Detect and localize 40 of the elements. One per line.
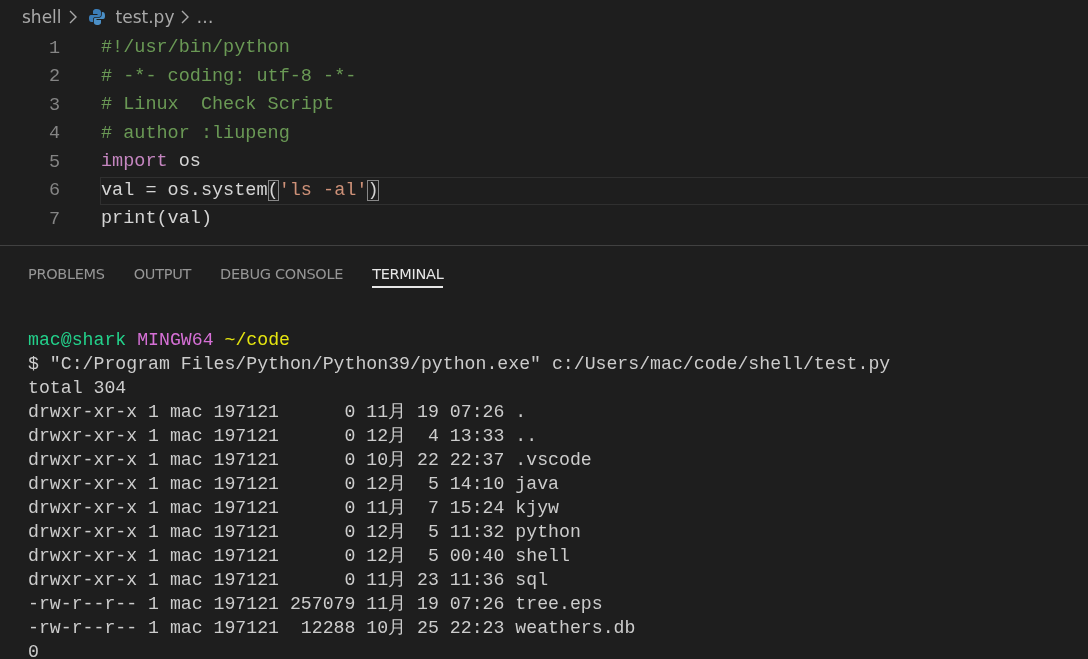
- line-number: 5: [47, 151, 60, 173]
- terminal-line: drwxr-xr-x 1 mac 197121 0 11月 19 07:26 .: [28, 402, 527, 422]
- line-number: 6: [47, 180, 60, 202]
- chevron-right-icon: [67, 10, 78, 24]
- line-number: 2: [47, 66, 60, 88]
- terminal-line: drwxr-xr-x 1 mac 197121 0 12月 5 00:40 shell: [28, 546, 570, 566]
- terminal-line: drwxr-xr-x 1 mac 197121 0 11月 23 11:36 sql: [28, 570, 549, 590]
- breadcrumb-item[interactable]: shell: [22, 7, 62, 27]
- prompt-system: MINGW64: [137, 330, 214, 350]
- prompt-path: ~/code: [224, 330, 290, 350]
- code-line: #!/usr/bin/python: [100, 36, 291, 61]
- terminal-line: 0: [28, 642, 39, 659]
- line-number: 7: [47, 208, 60, 230]
- code-line: # author :liupeng: [100, 121, 291, 146]
- snake-logo-icon: [87, 8, 106, 26]
- terminal-line: drwxr-xr-x 1 mac 197121 0 12月 4 13:33 ..: [28, 426, 538, 446]
- line-number: 1: [47, 37, 60, 59]
- code-line: # Linux Check Script: [100, 93, 336, 118]
- current-code-line: val = os.system('ls -al'): [100, 176, 1088, 205]
- terminal-line: -rw-r--r-- 1 mac 197121 12288 10月 25 22:23 weathers.db: [28, 618, 636, 638]
- terminal-line: drwxr-xr-x 1 mac 197121 0 12月 5 14:10 java: [28, 474, 559, 494]
- breadcrumb-more[interactable]: …: [196, 7, 214, 27]
- terminal-line: $ "C:/Program Files/Python/Python39/python.exe" c:/Users/mac/code/shell/test.py: [28, 354, 891, 374]
- terminal-line: drwxr-xr-x 1 mac 197121 0 10月 22 22:37 .vscode: [28, 450, 592, 470]
- breadcrumb-item[interactable]: test.py: [115, 7, 175, 27]
- code-line: print(val): [100, 207, 214, 232]
- code-line: # -*- coding: utf-8 -*-: [100, 64, 358, 89]
- panel-tab[interactable]: TERMINAL: [372, 258, 444, 288]
- chevron-right-icon: [180, 10, 191, 24]
- terminal-line: drwxr-xr-x 1 mac 197121 0 11月 7 15:24 kjyw: [28, 498, 559, 518]
- line-number: 4: [47, 123, 60, 145]
- panel-tab[interactable]: OUTPUT: [133, 258, 192, 288]
- terminal-line: drwxr-xr-x 1 mac 197121 0 12月 5 11:32 python: [28, 522, 581, 542]
- terminal-line: total 304: [28, 378, 127, 398]
- panel-tab[interactable]: PROBLEMS: [28, 258, 105, 288]
- line-number: 3: [47, 94, 60, 116]
- code-line: import os: [100, 150, 202, 175]
- panel-tab[interactable]: DEBUG CONSOLE: [220, 258, 344, 288]
- prompt-user-host: mac@shark: [28, 330, 127, 350]
- terminal-line: -rw-r--r-- 1 mac 197121 257079 11月 19 07:26 tree.eps: [28, 594, 603, 614]
